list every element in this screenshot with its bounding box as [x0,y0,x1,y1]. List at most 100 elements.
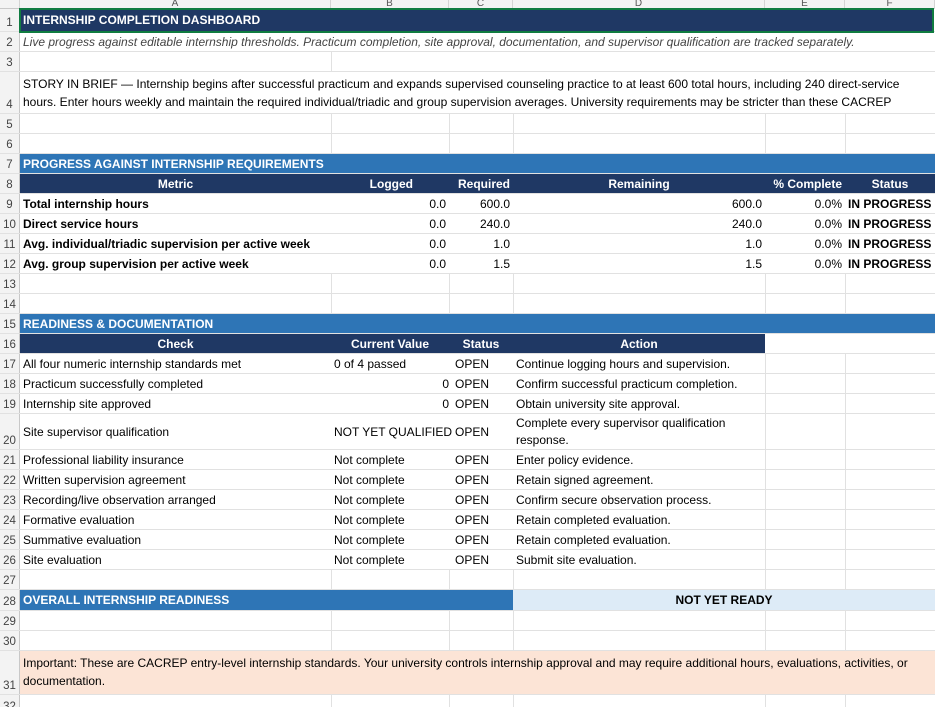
action-cell[interactable]: Continue logging hours and supervision. [513,354,733,373]
row-header[interactable]: 30 [0,631,20,650]
row-header[interactable]: 11 [0,234,20,253]
action-cell[interactable]: Retain completed evaluation. [513,510,674,529]
remaining-cell[interactable]: 240.0 [513,214,765,233]
readiness-status-cell[interactable]: OPEN [452,530,492,549]
column-header-b[interactable]: B [331,0,449,9]
row-header[interactable]: 29 [0,611,20,630]
current-value-cell[interactable]: NOT YET QUALIFIED [331,414,455,449]
row-header[interactable]: 25 [0,530,20,549]
row-header[interactable]: 16 [0,334,20,353]
row-header[interactable]: 26 [0,550,20,569]
readiness-status-cell[interactable]: OPEN [452,490,492,509]
row-header[interactable]: 18 [0,374,20,393]
logged-cell[interactable]: 0.0 [331,254,449,273]
row-header[interactable]: 4 [0,72,20,113]
header-readiness-status[interactable]: Status [449,334,513,353]
story-in-brief[interactable]: STORY IN BRIEF — Internship begins after… [20,72,935,113]
column-header-e[interactable]: E [765,0,845,9]
status-cell[interactable]: IN PROGRESS [845,234,935,253]
pct-cell[interactable]: 0.0% [765,234,845,253]
row-header[interactable]: 15 [0,314,20,333]
status-cell[interactable]: IN PROGRESS [845,214,935,233]
logged-cell[interactable]: 0.0 [331,194,449,213]
select-all-corner[interactable] [0,0,20,9]
current-value-cell[interactable]: 0 [331,374,452,393]
row-header[interactable]: 31 [0,651,20,694]
row-header[interactable]: 23 [0,490,20,509]
action-cell[interactable]: Retain completed evaluation. [513,530,674,549]
row-header[interactable]: 20 [0,414,20,449]
action-cell[interactable]: Enter policy evidence. [513,450,636,469]
row-header[interactable]: 24 [0,510,20,529]
row-header[interactable]: 3 [0,52,20,71]
row-header[interactable]: 9 [0,194,20,213]
check-cell[interactable]: Summative evaluation [20,530,144,549]
readiness-status-cell[interactable]: OPEN [452,354,492,373]
header-current-value[interactable]: Current Value [331,334,449,353]
row-header[interactable]: 21 [0,450,20,469]
check-cell[interactable]: Internship site approved [20,394,154,413]
readiness-status-cell[interactable]: OPEN [452,470,492,489]
column-header-c[interactable]: C [449,0,513,9]
pct-cell[interactable]: 0.0% [765,194,845,213]
readiness-section-title[interactable]: READINESS & DOCUMENTATION [20,314,216,333]
readiness-status-cell[interactable]: OPEN [452,374,492,393]
row-header[interactable]: 28 [0,590,20,610]
row-header[interactable]: 17 [0,354,20,373]
pct-cell[interactable]: 0.0% [765,214,845,233]
progress-section-title[interactable]: PROGRESS AGAINST INTERNSHIP REQUIREMENTS [20,154,327,173]
readiness-status-cell[interactable]: OPEN [452,394,492,413]
current-value-cell[interactable]: 0 of 4 passed [331,354,409,373]
row-header[interactable]: 7 [0,154,20,173]
row-header[interactable]: 12 [0,254,20,273]
action-cell[interactable]: Retain signed agreement. [513,470,656,489]
metric-cell[interactable]: Total internship hours [20,194,152,213]
check-cell[interactable]: Formative evaluation [20,510,137,529]
column-header-f[interactable]: F [845,0,935,9]
row-header[interactable]: 1 [0,9,20,31]
row-header[interactable]: 5 [0,114,20,133]
header-metric[interactable]: Metric [20,174,331,193]
remaining-cell[interactable]: 1.0 [513,234,765,253]
overall-readiness-label[interactable]: OVERALL INTERNSHIP READINESS [20,590,232,610]
row-header[interactable]: 2 [0,32,20,51]
action-cell[interactable]: Confirm successful practicum completion. [513,374,740,393]
pct-cell[interactable]: 0.0% [765,254,845,273]
row-header[interactable]: 8 [0,174,20,193]
header-check[interactable]: Check [20,334,331,353]
metric-cell[interactable]: Direct service hours [20,214,141,233]
column-header-d[interactable]: D [513,0,765,9]
remaining-cell[interactable]: 600.0 [513,194,765,213]
current-value-cell[interactable]: Not complete [331,470,408,489]
header-logged[interactable]: Logged [331,174,449,193]
current-value-cell[interactable]: Not complete [331,530,408,549]
logged-cell[interactable]: 0.0 [331,214,449,233]
check-cell[interactable]: Site supervisor qualification [20,414,172,449]
action-cell[interactable]: Complete every supervisor qualification … [513,414,765,449]
check-cell[interactable]: Professional liability insurance [20,450,187,469]
required-cell[interactable]: 1.5 [449,254,513,273]
readiness-status-cell[interactable]: OPEN [452,550,492,569]
row-header[interactable]: 27 [0,570,20,589]
readiness-status-cell[interactable]: OPEN [452,510,492,529]
header-required[interactable]: Required [449,174,513,193]
required-cell[interactable]: 600.0 [449,194,513,213]
current-value-cell[interactable]: Not complete [331,510,408,529]
check-cell[interactable]: Written supervision agreement [20,470,189,489]
row-header[interactable]: 22 [0,470,20,489]
check-cell[interactable]: Practicum successfully completed [20,374,206,393]
metric-cell[interactable]: Avg. group supervision per active week [20,254,252,273]
status-cell[interactable]: IN PROGRESS [845,194,935,213]
action-cell[interactable]: Confirm secure observation process. [513,490,714,509]
header-status[interactable]: Status [845,174,935,193]
row-header[interactable]: 32 [0,695,20,707]
important-note[interactable]: Important: These are CACREP entry-level … [20,651,935,694]
remaining-cell[interactable]: 1.5 [513,254,765,273]
current-value-cell[interactable]: Not complete [331,550,408,569]
current-value-cell[interactable]: Not complete [331,490,408,509]
check-cell[interactable]: Recording/live observation arranged [20,490,219,509]
row-header[interactable]: 19 [0,394,20,413]
header-remaining[interactable]: Remaining [513,174,765,193]
row-header[interactable]: 10 [0,214,20,233]
status-cell[interactable]: IN PROGRESS [845,254,935,273]
